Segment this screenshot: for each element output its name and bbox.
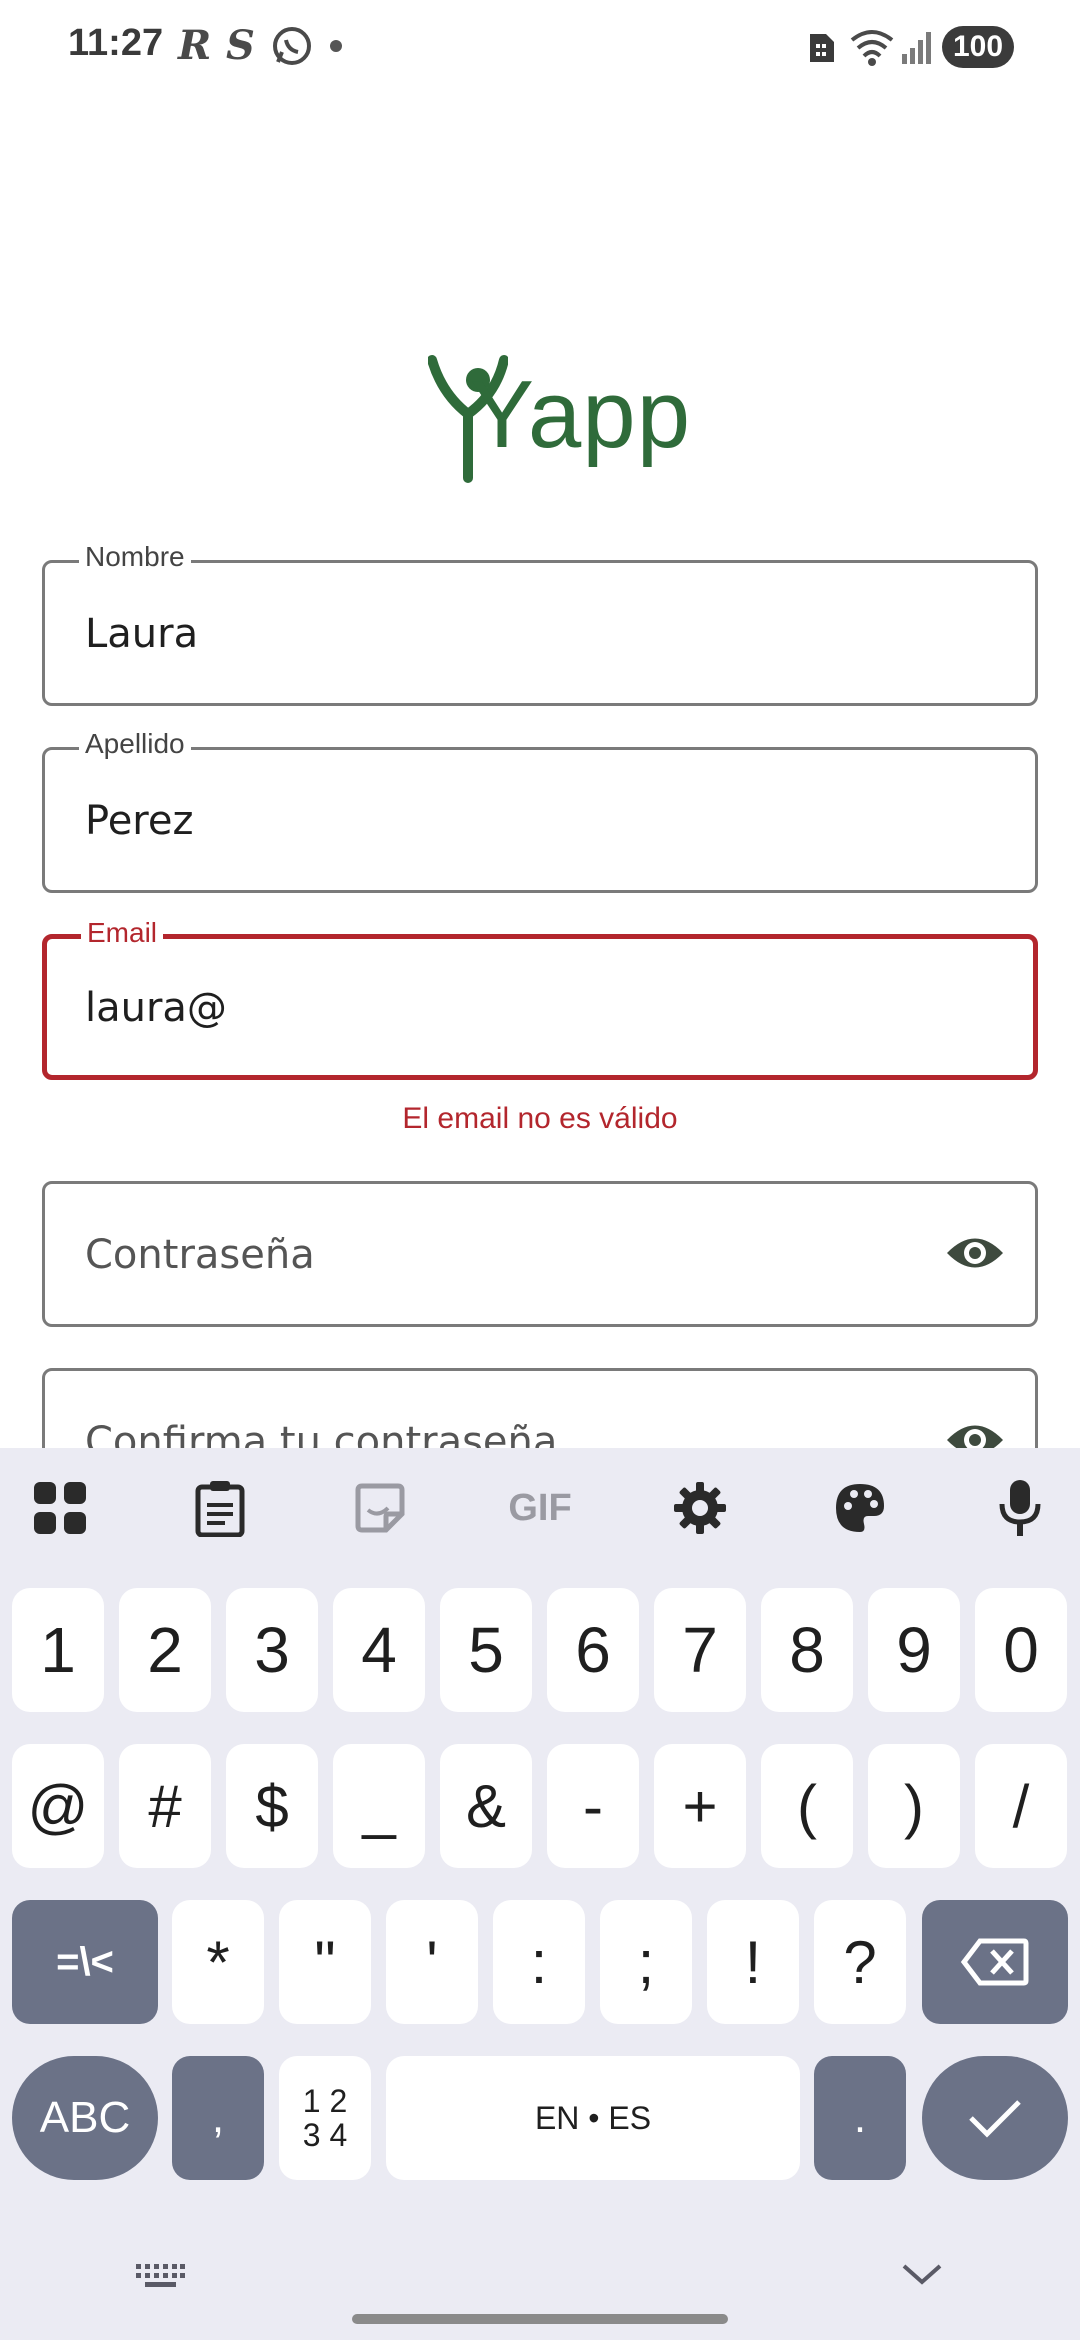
key-9[interactable]: 9 (868, 1588, 960, 1712)
palette-icon[interactable] (828, 1476, 892, 1540)
app-r-icon: R (178, 22, 212, 69)
key-period[interactable]: . (814, 2056, 906, 2180)
email-value: laura@ (85, 985, 227, 1031)
password-placeholder: Contraseña (85, 1232, 315, 1278)
sim-icon (810, 34, 834, 62)
backspace-icon (960, 1938, 1029, 1986)
key-slash[interactable]: / (975, 1744, 1067, 1868)
check-icon (969, 2100, 1021, 2138)
key-at[interactable]: @ (12, 1744, 104, 1868)
key-1[interactable]: 1 (12, 1588, 104, 1712)
backspace-key[interactable] (922, 1900, 1068, 2024)
numpad-top: 1 2 (302, 2083, 348, 2119)
key-7[interactable]: 7 (654, 1588, 746, 1712)
eye-icon[interactable] (945, 1230, 1005, 1276)
keyboard-switch-icon[interactable] (134, 2262, 186, 2290)
numpad-bottom: 3 4 (302, 2117, 348, 2153)
settings-icon[interactable] (668, 1476, 732, 1540)
status-time: 11:27 (68, 22, 164, 64)
nombre-label: Nombre (79, 541, 191, 573)
whatsapp-icon (273, 27, 311, 65)
clipboard-icon[interactable] (188, 1476, 252, 1540)
key-question[interactable]: ? (814, 1900, 906, 2024)
key-open-paren[interactable]: ( (761, 1744, 853, 1868)
password-field[interactable]: Contraseña (42, 1181, 1038, 1327)
key-exclamation[interactable]: ! (707, 1900, 799, 2024)
key-2[interactable]: 2 (119, 1588, 211, 1712)
key-close-paren[interactable]: ) (868, 1744, 960, 1868)
sticker-icon[interactable] (348, 1476, 412, 1540)
numpad-key[interactable]: 1 2 3 4 (279, 2056, 371, 2180)
gif-icon[interactable]: GIF (500, 1476, 580, 1540)
key-more-symbols[interactable]: =\< (12, 1900, 158, 2024)
key-comma[interactable]: , (172, 2056, 264, 2180)
abc-key[interactable]: ABC (12, 2056, 158, 2180)
key-double-quote[interactable]: " (279, 1900, 371, 2024)
key-underscore[interactable]: _ (333, 1744, 425, 1868)
key-colon[interactable]: : (493, 1900, 585, 2024)
notification-dot-icon (330, 40, 342, 52)
key-8[interactable]: 8 (761, 1588, 853, 1712)
app-logo: Yapp (470, 361, 692, 468)
nombre-field[interactable]: Nombre Laura (42, 541, 1038, 706)
home-indicator[interactable] (352, 2314, 728, 2324)
key-semicolon[interactable]: ; (600, 1900, 692, 2024)
space-key[interactable]: EN • ES (386, 2056, 800, 2180)
key-0[interactable]: 0 (975, 1588, 1067, 1712)
nombre-value: Laura (85, 611, 199, 657)
key-6[interactable]: 6 (547, 1588, 639, 1712)
key-plus[interactable]: + (654, 1744, 746, 1868)
key-hash[interactable]: # (119, 1744, 211, 1868)
key-asterisk[interactable]: * (172, 1900, 264, 2024)
key-ampersand[interactable]: & (440, 1744, 532, 1868)
email-field[interactable]: Email laura@ (42, 917, 1038, 1080)
key-dollar[interactable]: $ (226, 1744, 318, 1868)
key-4[interactable]: 4 (333, 1588, 425, 1712)
apellido-value: Perez (85, 798, 194, 844)
apellido-field[interactable]: Apellido Perez (42, 728, 1038, 893)
apps-grid-icon[interactable] (28, 1476, 92, 1540)
chevron-down-icon[interactable] (900, 2260, 944, 2288)
key-5[interactable]: 5 (440, 1588, 532, 1712)
on-screen-keyboard: GIF (0, 1448, 1080, 2340)
microphone-icon[interactable] (988, 1476, 1052, 1540)
wifi-icon (850, 30, 894, 66)
key-minus[interactable]: - (547, 1744, 639, 1868)
battery-indicator: 100 (942, 26, 1014, 68)
keyboard-toolbar: GIF (0, 1448, 1080, 1568)
done-key[interactable] (922, 2056, 1068, 2180)
status-bar: 11:27 R S 100 (0, 0, 1080, 96)
email-error-message: El email no es válido (402, 1102, 678, 1135)
app-s-icon: S (226, 22, 255, 69)
signal-icon (902, 32, 931, 64)
key-3[interactable]: 3 (226, 1588, 318, 1712)
key-single-quote[interactable]: ' (386, 1900, 478, 2024)
email-label: Email (81, 917, 164, 949)
apellido-label: Apellido (79, 728, 191, 760)
